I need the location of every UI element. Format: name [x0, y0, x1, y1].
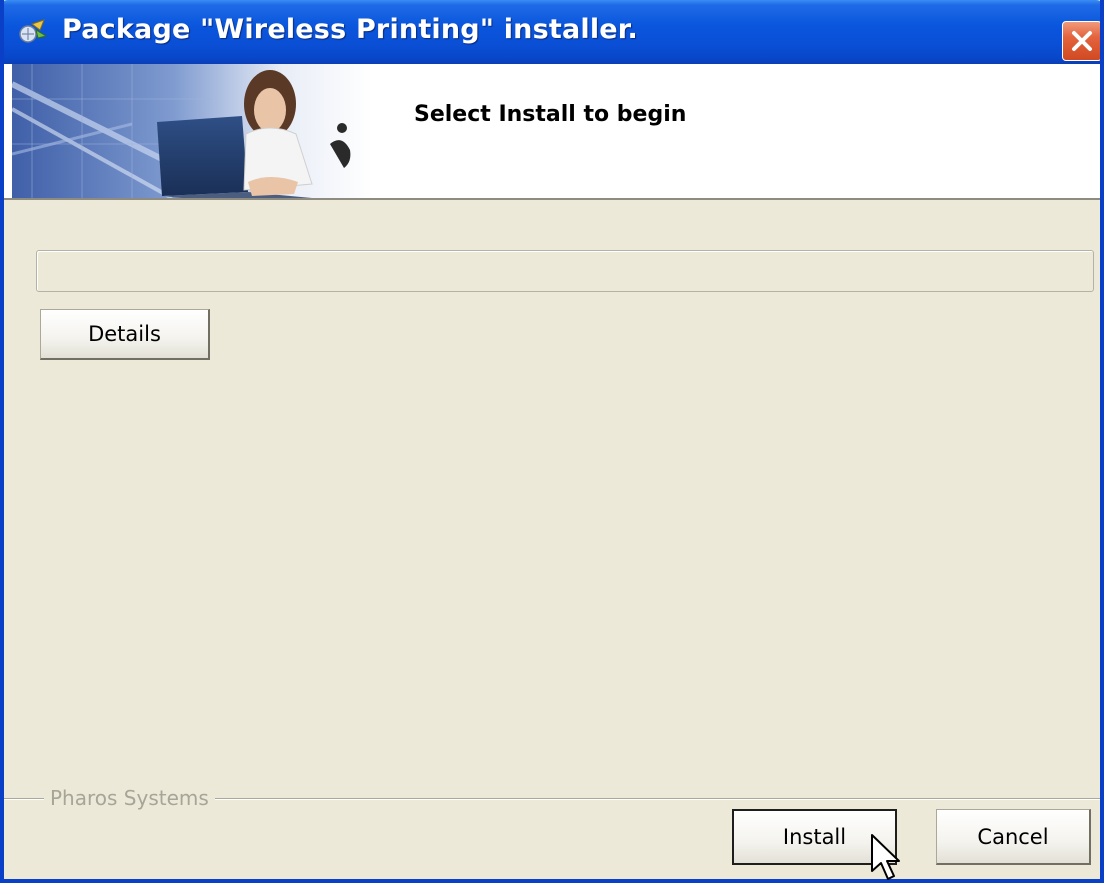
header-banner: Select Install to begin: [4, 64, 1100, 200]
close-icon: [1072, 31, 1092, 51]
installer-window: Package "Wireless Printing" installer. S…: [0, 0, 1104, 883]
details-button[interactable]: Details: [40, 309, 210, 360]
install-progress-bar: [36, 250, 1094, 292]
window-title: Package "Wireless Printing" installer.: [62, 14, 638, 45]
cancel-button[interactable]: Cancel: [936, 809, 1091, 865]
brand-label: Pharos Systems: [44, 786, 215, 810]
installer-icon: [14, 18, 48, 46]
instruction-heading: Select Install to begin: [414, 102, 687, 127]
title-bar[interactable]: Package "Wireless Printing" installer.: [4, 0, 1100, 64]
banner-illustration: [12, 64, 372, 198]
mouse-pointer-icon: [871, 834, 900, 880]
close-button[interactable]: [1062, 21, 1100, 61]
